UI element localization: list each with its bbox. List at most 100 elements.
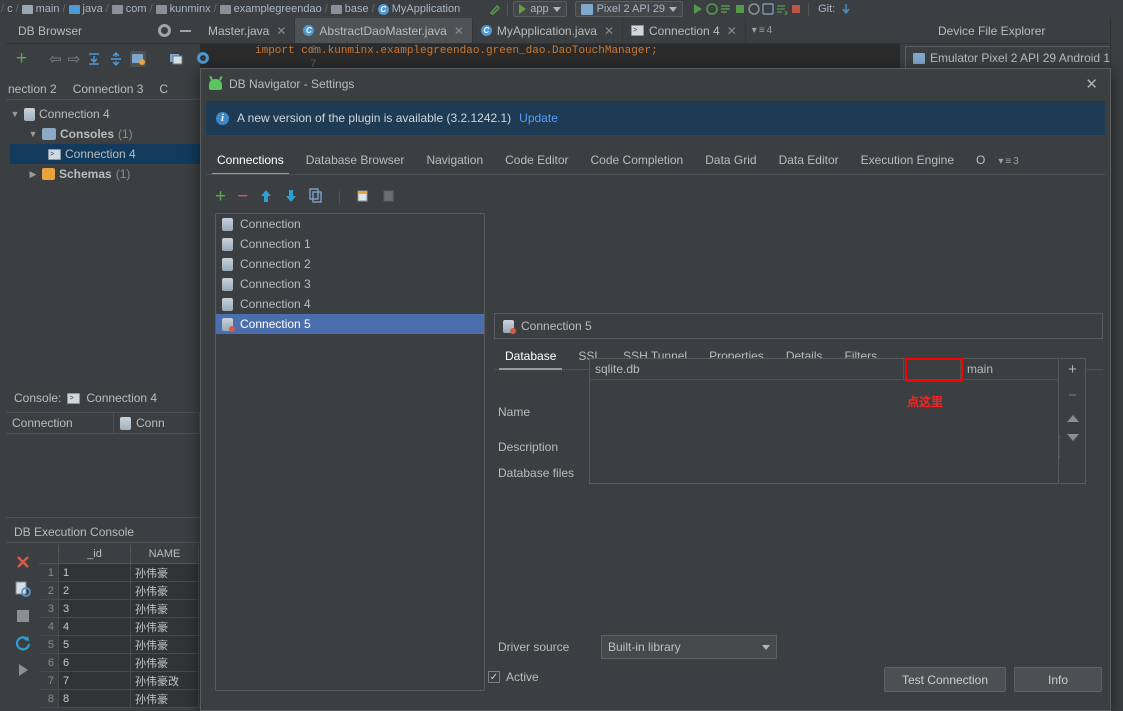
refresh-icon[interactable] (14, 634, 32, 652)
column-header-conn[interactable]: Conn (114, 413, 200, 433)
connection-list-item[interactable]: Connection 3 (216, 274, 484, 294)
cell-name[interactable]: 孙伟豪 (131, 618, 199, 635)
info-button[interactable]: Info (1014, 667, 1102, 692)
breadcrumb-item-kunminx[interactable]: kunminx (154, 3, 213, 15)
add-icon[interactable]: + (16, 49, 27, 68)
tab-database-browser[interactable]: Database Browser (295, 149, 416, 174)
connection-list-item[interactable]: Connection (216, 214, 484, 234)
forward-arrow-icon[interactable]: ⇨ (68, 50, 81, 68)
expand-triangle-icon[interactable]: ▼ (10, 109, 20, 119)
move-file-up-button[interactable] (1066, 415, 1079, 422)
remove-connection-icon[interactable]: − (237, 187, 248, 206)
attach-debugger-icon[interactable] (747, 2, 761, 16)
apply-changes-icon[interactable] (719, 2, 733, 16)
back-arrow-icon[interactable]: ⇦ (49, 50, 62, 68)
breadcrumb-item-examplegreendao[interactable]: examplegreendao (218, 3, 324, 15)
table-row[interactable]: 6 6 孙伟豪 (39, 654, 200, 672)
close-icon[interactable]: ✕ (276, 24, 286, 38)
db-browser-tab-connection-4[interactable]: C (159, 82, 168, 96)
test-connection-button[interactable]: Test Connection (884, 667, 1006, 692)
editor-tabs-overflow[interactable]: ▾ ≡ 4 (746, 18, 778, 43)
tab-data-editor[interactable]: Data Editor (768, 149, 850, 174)
breadcrumb-item-com[interactable]: com (110, 3, 149, 15)
database-file-path[interactable]: sqlite.db (590, 359, 904, 379)
add-file-button[interactable]: + (1068, 362, 1077, 377)
tree-node-schemas[interactable]: ▶ Schemas (1) (10, 164, 200, 184)
connection-list-item[interactable]: Connection 2 (216, 254, 484, 274)
profiler-icon[interactable] (733, 2, 747, 16)
results-grid[interactable]: _id NAME 1 1 孙伟豪 2 2 孙伟豪 3 3 孙伟豪 4 4 孙伟豪 5 5 孙伟豪 6 6 孙伟豪 7… (39, 545, 200, 711)
build-hammer-icon[interactable] (488, 2, 502, 16)
add-connection-icon[interactable]: + (215, 187, 226, 206)
driver-source-select[interactable]: Built-in library (601, 635, 777, 659)
cell-name[interactable]: 孙伟豪改 (131, 672, 199, 689)
grid-header-id[interactable]: _id (59, 545, 131, 563)
close-icon[interactable]: ✕ (1085, 75, 1102, 93)
breadcrumb-item-base[interactable]: base (329, 3, 371, 15)
db-browser-tab-connection-2[interactable]: nection 2 (8, 82, 57, 96)
close-red-icon[interactable] (14, 553, 32, 571)
table-row[interactable]: 8 8 孙伟豪 (39, 690, 200, 708)
open-console-icon[interactable] (168, 51, 184, 67)
cell-name[interactable]: 孙伟豪 (131, 636, 199, 653)
table-row[interactable]: 2 2 孙伟豪 (39, 582, 200, 600)
export-icon[interactable] (382, 188, 397, 206)
duplicate-icon[interactable] (309, 188, 323, 206)
table-row[interactable]: 7 7 孙伟豪改 (39, 672, 200, 690)
cell-name[interactable]: 孙伟豪 (131, 690, 199, 707)
stop-icon[interactable] (789, 2, 803, 16)
run-configuration-selector[interactable]: app (513, 1, 567, 17)
cell-id[interactable]: 8 (59, 690, 131, 707)
database-file-schema-name[interactable]: main (961, 359, 1058, 379)
tab-database[interactable]: Database (494, 346, 567, 370)
describe-icon[interactable] (14, 580, 32, 598)
cell-id[interactable]: 5 (59, 636, 131, 653)
update-link[interactable]: Update (519, 111, 558, 125)
table-row[interactable]: 5 5 孙伟豪 (39, 636, 200, 654)
tab-code-completion[interactable]: Code Completion (580, 149, 695, 174)
connection-list-item[interactable]: Connection 1 (216, 234, 484, 254)
import-icon[interactable] (356, 188, 371, 206)
cell-id[interactable]: 2 (59, 582, 131, 599)
move-up-icon[interactable] (259, 188, 273, 206)
run-icon[interactable] (14, 661, 32, 679)
move-file-down-button[interactable] (1066, 434, 1079, 441)
vcs-update-icon[interactable] (839, 2, 853, 16)
cell-id[interactable]: 6 (59, 654, 131, 671)
cell-name[interactable]: 孙伟豪 (131, 564, 199, 581)
editor-tab-abstractdaomaster[interactable]: C AbstractDaoMaster.java ✕ (295, 18, 473, 43)
tab-navigation[interactable]: Navigation (415, 149, 494, 174)
breadcrumb-item-main[interactable]: main (20, 3, 62, 15)
tab-connections[interactable]: Connections (206, 149, 295, 174)
breadcrumb-item-java[interactable]: java (67, 3, 105, 15)
tab-operations[interactable]: O (965, 149, 996, 174)
database-file-browse-cell[interactable] (904, 359, 961, 379)
breadcrumb-item-myapplication[interactable]: C MyApplication (376, 3, 462, 15)
tab-data-grid[interactable]: Data Grid (694, 149, 767, 174)
column-header-connection[interactable]: Connection (6, 413, 114, 433)
grid-header-name[interactable]: NAME (131, 545, 199, 563)
minimize-icon[interactable] (180, 29, 191, 32)
editor-tab-connection-4[interactable]: > Connection 4 ✕ (623, 18, 746, 43)
tab-execution-engine[interactable]: Execution Engine (850, 149, 965, 174)
close-icon[interactable]: ✕ (454, 24, 464, 38)
gear-icon[interactable] (158, 24, 171, 37)
db-browser-tab-connection-3[interactable]: Connection 3 (73, 82, 144, 96)
cell-id[interactable]: 3 (59, 600, 131, 617)
close-icon[interactable]: ✕ (727, 24, 737, 38)
device-selector[interactable]: Pixel 2 API 29 (574, 1, 684, 17)
editor-tab-myapplication[interactable]: C MyApplication.java ✕ (473, 18, 623, 43)
database-file-row[interactable]: sqlite.db main (590, 359, 1058, 380)
move-down-icon[interactable] (284, 188, 298, 206)
active-checkbox[interactable]: ✓ (488, 671, 500, 683)
close-icon[interactable]: ✕ (604, 24, 614, 38)
table-row[interactable]: 4 4 孙伟豪 (39, 618, 200, 636)
sdk-manager-icon[interactable] (775, 2, 789, 16)
stop-icon[interactable] (14, 607, 32, 625)
run-icon[interactable] (691, 2, 705, 16)
collapse-triangle-icon[interactable]: ▶ (28, 169, 38, 180)
breadcrumb-item-c[interactable]: c (5, 3, 15, 15)
tree-node-console-connection-4[interactable]: > Connection 4 (10, 144, 200, 164)
expand-all-icon[interactable] (86, 51, 102, 67)
cell-name[interactable]: 孙伟豪 (131, 654, 199, 671)
